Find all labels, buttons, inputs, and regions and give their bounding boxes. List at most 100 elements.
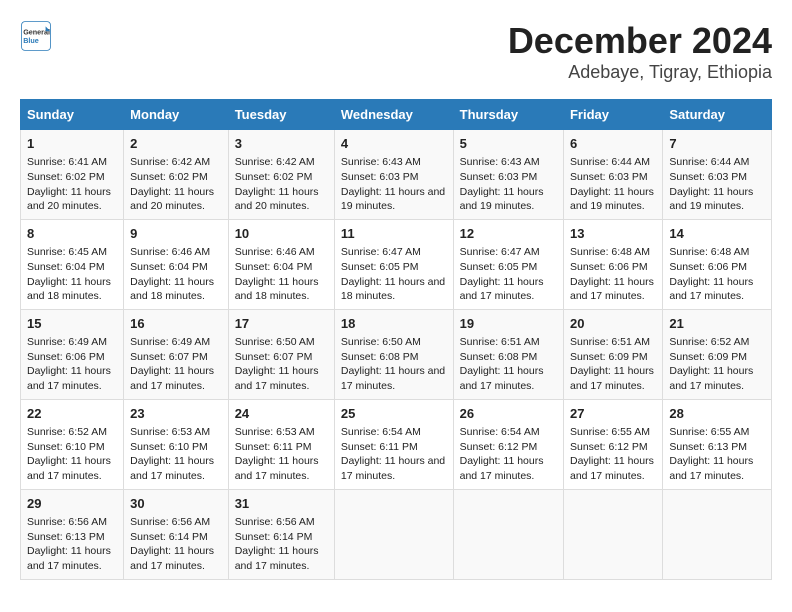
daylight-text: Daylight: 11 hours and 17 minutes. — [27, 455, 111, 482]
calendar-cell — [563, 489, 662, 579]
calendar-cell: 25Sunrise: 6:54 AMSunset: 6:11 PMDayligh… — [334, 399, 453, 489]
sunset-text: Sunset: 6:07 PM — [130, 351, 208, 363]
daylight-text: Daylight: 11 hours and 17 minutes. — [570, 276, 654, 303]
sunrise-text: Sunrise: 6:44 AM — [669, 156, 749, 168]
sunset-text: Sunset: 6:02 PM — [235, 171, 313, 183]
sunset-text: Sunset: 6:02 PM — [130, 171, 208, 183]
sunset-text: Sunset: 6:07 PM — [235, 351, 313, 363]
page-subtitle: Adebaye, Tigray, Ethiopia — [508, 62, 772, 83]
daylight-text: Daylight: 11 hours and 17 minutes. — [130, 455, 214, 482]
daylight-text: Daylight: 11 hours and 17 minutes. — [570, 455, 654, 482]
title-area: December 2024 Adebaye, Tigray, Ethiopia — [508, 20, 772, 83]
sunset-text: Sunset: 6:12 PM — [460, 441, 538, 453]
day-number: 21 — [669, 315, 765, 333]
sunset-text: Sunset: 6:11 PM — [341, 441, 418, 453]
sunset-text: Sunset: 6:10 PM — [130, 441, 208, 453]
sunset-text: Sunset: 6:12 PM — [570, 441, 648, 453]
daylight-text: Daylight: 11 hours and 17 minutes. — [570, 365, 654, 392]
daylight-text: Daylight: 11 hours and 17 minutes. — [669, 455, 753, 482]
sunset-text: Sunset: 6:13 PM — [27, 531, 105, 543]
day-number: 6 — [570, 135, 656, 153]
calendar-cell — [453, 489, 563, 579]
day-number: 8 — [27, 225, 117, 243]
sunrise-text: Sunrise: 6:50 AM — [235, 336, 315, 348]
calendar-cell: 13Sunrise: 6:48 AMSunset: 6:06 PMDayligh… — [563, 219, 662, 309]
sunrise-text: Sunrise: 6:42 AM — [130, 156, 210, 168]
sunrise-text: Sunrise: 6:49 AM — [130, 336, 210, 348]
day-number: 11 — [341, 225, 447, 243]
daylight-text: Daylight: 11 hours and 19 minutes. — [669, 186, 753, 213]
day-number: 3 — [235, 135, 328, 153]
calendar-cell: 30Sunrise: 6:56 AMSunset: 6:14 PMDayligh… — [124, 489, 229, 579]
daylight-text: Daylight: 11 hours and 18 minutes. — [341, 276, 445, 303]
day-number: 17 — [235, 315, 328, 333]
sunrise-text: Sunrise: 6:42 AM — [235, 156, 315, 168]
sunrise-text: Sunrise: 6:47 AM — [460, 246, 540, 258]
sunrise-text: Sunrise: 6:53 AM — [235, 426, 315, 438]
daylight-text: Daylight: 11 hours and 19 minutes. — [341, 186, 445, 213]
day-number: 24 — [235, 405, 328, 423]
calendar-cell: 27Sunrise: 6:55 AMSunset: 6:12 PMDayligh… — [563, 399, 662, 489]
sunset-text: Sunset: 6:03 PM — [570, 171, 648, 183]
calendar-cell: 4Sunrise: 6:43 AMSunset: 6:03 PMDaylight… — [334, 130, 453, 220]
sunrise-text: Sunrise: 6:44 AM — [570, 156, 650, 168]
sunrise-text: Sunrise: 6:41 AM — [27, 156, 107, 168]
sunrise-text: Sunrise: 6:55 AM — [570, 426, 650, 438]
daylight-text: Daylight: 11 hours and 17 minutes. — [669, 276, 753, 303]
day-number: 22 — [27, 405, 117, 423]
sunrise-text: Sunrise: 6:43 AM — [341, 156, 421, 168]
calendar-cell: 7Sunrise: 6:44 AMSunset: 6:03 PMDaylight… — [663, 130, 772, 220]
sunrise-text: Sunrise: 6:56 AM — [130, 516, 210, 528]
day-number: 28 — [669, 405, 765, 423]
daylight-text: Daylight: 11 hours and 18 minutes. — [27, 276, 111, 303]
calendar-cell — [663, 489, 772, 579]
sunset-text: Sunset: 6:04 PM — [235, 261, 313, 273]
sunrise-text: Sunrise: 6:52 AM — [669, 336, 749, 348]
sunset-text: Sunset: 6:13 PM — [669, 441, 747, 453]
daylight-text: Daylight: 11 hours and 17 minutes. — [460, 455, 544, 482]
sunset-text: Sunset: 6:09 PM — [570, 351, 648, 363]
calendar-cell: 1 Sunrise: 6:41 AM Sunset: 6:02 PM Daylight… — [21, 130, 124, 220]
daylight-text: Daylight: 11 hours and 20 minutes. — [27, 186, 111, 213]
sunset-text: Sunset: 6:14 PM — [130, 531, 208, 543]
sunrise-text: Sunrise: 6:56 AM — [235, 516, 315, 528]
calendar-cell: 23Sunrise: 6:53 AMSunset: 6:10 PMDayligh… — [124, 399, 229, 489]
daylight-text: Daylight: 11 hours and 19 minutes. — [460, 186, 544, 213]
svg-text:Blue: Blue — [23, 36, 39, 45]
day-number: 12 — [460, 225, 557, 243]
page-title: December 2024 — [508, 20, 772, 62]
day-number: 1 — [27, 135, 117, 153]
daylight-text: Daylight: 11 hours and 17 minutes. — [460, 276, 544, 303]
sunrise-text: Sunrise: 6:46 AM — [130, 246, 210, 258]
daylight-text: Daylight: 11 hours and 18 minutes. — [130, 276, 214, 303]
daylight-text: Daylight: 11 hours and 20 minutes. — [130, 186, 214, 213]
calendar-cell: 20Sunrise: 6:51 AMSunset: 6:09 PMDayligh… — [563, 309, 662, 399]
calendar-cell: 24Sunrise: 6:53 AMSunset: 6:11 PMDayligh… — [228, 399, 334, 489]
sunset-text: Sunset: 6:08 PM — [341, 351, 419, 363]
daylight-text: Daylight: 11 hours and 19 minutes. — [570, 186, 654, 213]
day-number: 30 — [130, 495, 222, 513]
daylight-text: Daylight: 11 hours and 17 minutes. — [341, 365, 445, 392]
daylight-text: Daylight: 11 hours and 17 minutes. — [130, 365, 214, 392]
day-number: 29 — [27, 495, 117, 513]
sunset-text: Sunset: 6:05 PM — [341, 261, 419, 273]
calendar-cell: 28Sunrise: 6:55 AMSunset: 6:13 PMDayligh… — [663, 399, 772, 489]
sunset-text: Sunset: 6:05 PM — [460, 261, 538, 273]
daylight-text: Daylight: 11 hours and 17 minutes. — [669, 365, 753, 392]
day-number: 5 — [460, 135, 557, 153]
day-number: 26 — [460, 405, 557, 423]
sunrise-text: Sunrise: 6:45 AM — [27, 246, 107, 258]
day-number: 10 — [235, 225, 328, 243]
sunrise-text: Sunrise: 6:49 AM — [27, 336, 107, 348]
sunset-text: Sunset: 6:06 PM — [669, 261, 747, 273]
calendar-cell: 26 Sunrise: 6:54 AM Sunset: 6:12 PM Dayligh… — [453, 399, 563, 489]
sunrise-text: Sunrise: 6:54 AM — [460, 426, 540, 438]
column-header-friday: Friday — [563, 100, 662, 130]
sunset-text: Sunset: 6:03 PM — [460, 171, 538, 183]
sunset-text: Sunset: 6:02 PM — [27, 171, 105, 183]
calendar-cell: 3Sunrise: 6:42 AMSunset: 6:02 PMDaylight… — [228, 130, 334, 220]
day-number: 23 — [130, 405, 222, 423]
day-number: 13 — [570, 225, 656, 243]
sunset-text: Sunset: 6:08 PM — [460, 351, 538, 363]
day-number: 14 — [669, 225, 765, 243]
